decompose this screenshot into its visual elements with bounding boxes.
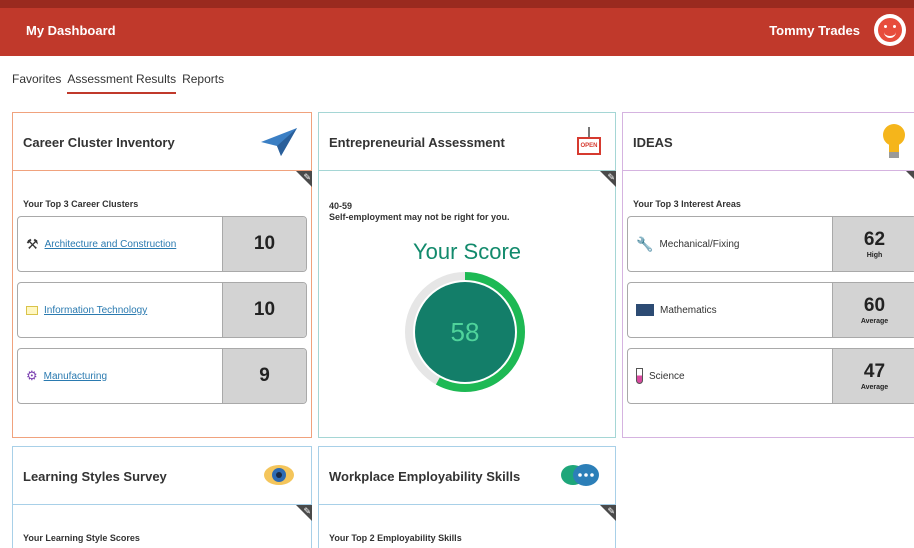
chat-bubbles-icon (561, 464, 599, 486)
gears-icon: ⚙ (26, 368, 38, 383)
interest-label: Science (649, 370, 685, 382)
light-bulb-icon (883, 124, 905, 158)
edit-corner-icon[interactable]: ✎ (600, 505, 616, 521)
score-range: 40-59 Self-employment may not be right f… (329, 201, 510, 222)
card-header: Learning Styles Survey (13, 447, 311, 505)
tab-favorites[interactable]: Favorites (12, 72, 61, 94)
cluster-score: 10 (253, 233, 276, 254)
card-ideas[interactable]: IDEAS ✎ Your Top 3 Interest Areas 🔧 Mech… (622, 112, 914, 438)
interest-score: 62 (863, 229, 886, 250)
card-header: Entrepreneurial Assessment OPEN (319, 113, 615, 171)
test-tube-icon (636, 368, 643, 384)
list-item: ⚙ Manufacturing 9 (17, 348, 307, 404)
cluster-score: 9 (259, 365, 270, 386)
interest-label: Mechanical/Fixing (659, 238, 740, 250)
card-subtitle: Your Top 2 Employability Skills (329, 533, 462, 543)
interest-level: Average (860, 318, 889, 325)
card-header: Career Cluster Inventory (13, 113, 311, 171)
tab-bar: Favorites Assessment Results Reports (12, 72, 224, 94)
eye-icon (264, 465, 294, 485)
cluster-link[interactable]: Information Technology (44, 305, 147, 316)
list-item: 🔧 Mechanical/Fixing 62 High (627, 216, 914, 272)
list-item: Mathematics 60 Average (627, 282, 914, 338)
list-item: Science 47 Average (627, 348, 914, 404)
interest-level: High (866, 252, 883, 259)
card-title: Workplace Employability Skills (329, 469, 521, 484)
cluster-score: 10 (253, 299, 276, 320)
card-subtitle: Your Top 3 Interest Areas (633, 199, 741, 209)
tools-icon: ⚒ (26, 235, 39, 252)
cluster-link[interactable]: Architecture and Construction (45, 239, 177, 250)
score-heading: Your Score (412, 239, 522, 264)
card-header: IDEAS (623, 113, 914, 171)
open-sign-icon: OPEN (577, 127, 601, 159)
edit-corner-icon[interactable]: ✎ (296, 505, 312, 521)
interest-score: 60 (863, 295, 886, 316)
tab-reports[interactable]: Reports (182, 72, 224, 94)
score-value: 58 (450, 316, 480, 347)
interest-score: 47 (863, 361, 886, 382)
chalkboard-icon (636, 304, 654, 316)
edit-corner-icon[interactable]: ✎ (296, 171, 312, 187)
card-learning-styles-survey[interactable]: Learning Styles Survey ✎ Your Learning S… (12, 446, 312, 548)
card-subtitle: Your Top 3 Career Clusters (23, 199, 139, 209)
list-item: Information Technology 10 (17, 282, 307, 338)
card-entrepreneurial-assessment[interactable]: Entrepreneurial Assessment OPEN ✎ 40-59 … (318, 112, 616, 438)
user-name[interactable]: Tommy Trades (769, 23, 860, 38)
card-career-cluster-inventory[interactable]: Career Cluster Inventory ✎ Your Top 3 Ca… (12, 112, 312, 438)
cluster-link[interactable]: Manufacturing (44, 371, 107, 382)
edit-corner-icon[interactable]: ✎ (600, 171, 616, 187)
top-bar: My Dashboard Tommy Trades (0, 0, 914, 56)
card-header: Workplace Employability Skills (319, 447, 615, 505)
smiley-avatar-icon[interactable] (874, 14, 906, 46)
card-subtitle: Your Learning Style Scores (23, 533, 140, 543)
card-workplace-employability-skills[interactable]: Workplace Employability Skills ✎ Your To… (318, 446, 616, 548)
card-title: Entrepreneurial Assessment (329, 135, 505, 150)
computer-icon (26, 305, 38, 315)
app-title: My Dashboard (26, 23, 116, 38)
card-title: IDEAS (633, 135, 673, 150)
interest-level: Average (860, 384, 889, 391)
wrench-screwdriver-icon: 🔧 (636, 235, 654, 252)
list-item: ⚒ Architecture and Construction 10 (17, 216, 307, 272)
edit-corner-icon[interactable]: ✎ (906, 171, 914, 187)
card-title: Learning Styles Survey (23, 469, 167, 484)
score-message: Self-employment may not be right for you… (329, 212, 510, 222)
tab-assessment-results[interactable]: Assessment Results (67, 72, 177, 94)
paper-plane-icon (261, 128, 297, 156)
card-title: Career Cluster Inventory (23, 135, 175, 150)
interest-label: Mathematics (660, 304, 717, 316)
